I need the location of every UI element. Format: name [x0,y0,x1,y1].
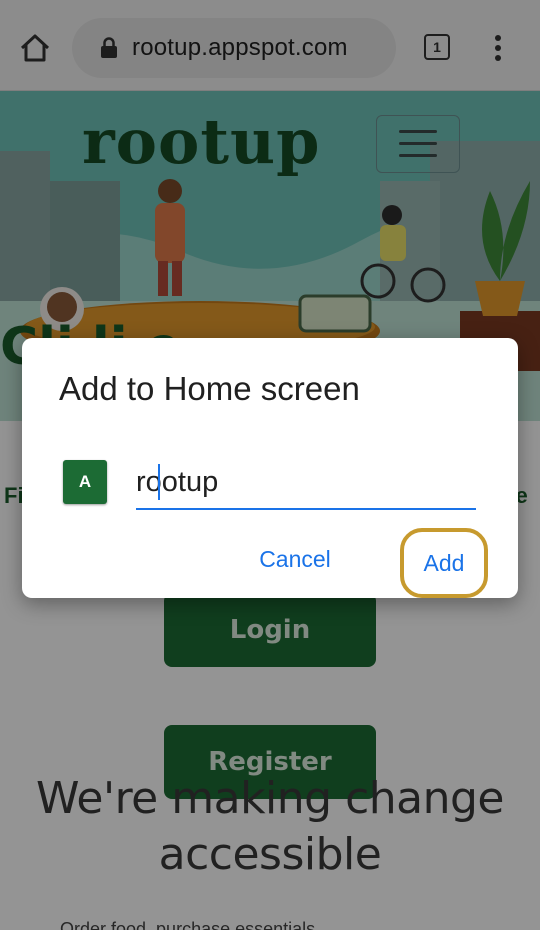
add-to-home-screen-dialog: Add to Home screen A Cancel Add [22,338,518,598]
dialog-title: Add to Home screen [59,370,360,407]
add-button[interactable]: Add [400,528,488,598]
app-icon-letter: A [78,472,92,491]
text-cursor [158,464,160,500]
cancel-button[interactable]: Cancel [244,532,346,586]
app-icon: A [63,460,107,504]
shortcut-name-input[interactable] [136,456,476,510]
